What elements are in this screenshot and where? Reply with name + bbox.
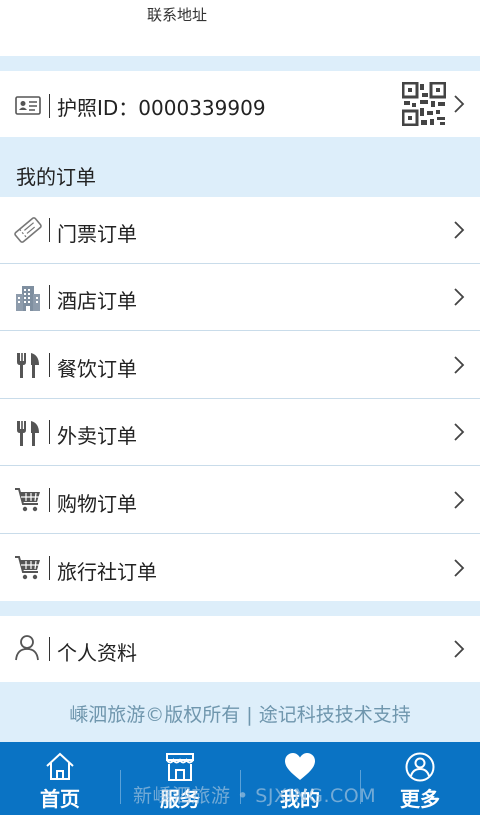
shop-icon	[166, 753, 194, 781]
tab-home[interactable]: 首页	[0, 742, 120, 815]
chevron-right-icon	[454, 559, 465, 577]
user-circle-icon	[405, 752, 435, 782]
personal-info-row[interactable]: 个人资料	[0, 616, 480, 682]
qr-code-icon[interactable]	[402, 82, 446, 126]
row-separator	[49, 556, 50, 580]
order-row-travel-agency[interactable]: 旅行社订单	[0, 534, 480, 601]
row-separator	[49, 353, 50, 377]
tab-label-home: 首页	[40, 787, 80, 811]
order-label-travel-agency: 旅行社订单	[57, 560, 157, 584]
tab-more[interactable]: 更多	[360, 742, 480, 815]
order-label-takeout: 外卖订单	[57, 424, 137, 448]
row-separator	[49, 218, 50, 242]
tab-label-more: 更多	[400, 787, 440, 811]
row-separator	[49, 285, 50, 309]
chevron-right-icon	[454, 356, 465, 374]
row-separator	[49, 637, 50, 661]
chevron-right-icon	[454, 288, 465, 306]
chevron-right-icon	[454, 640, 465, 658]
chevron-right-icon	[454, 491, 465, 509]
chevron-right-icon	[454, 95, 465, 113]
chevron-right-icon	[454, 423, 465, 441]
order-row-ticket[interactable]: 门票订单	[0, 197, 480, 264]
address-label: 联系地址	[147, 6, 208, 24]
row-separator	[49, 94, 50, 118]
id-card-icon	[15, 96, 41, 115]
shopping-cart-icon	[15, 488, 40, 512]
order-row-dining[interactable]: 餐饮订单	[0, 331, 480, 399]
chevron-right-icon	[454, 221, 465, 239]
order-row-takeout[interactable]: 外卖订单	[0, 399, 480, 466]
orders-section-title: 我的订单	[16, 165, 96, 189]
passport-label: 护照ID：0000339909	[57, 96, 266, 120]
ticket-icon	[14, 217, 42, 243]
passport-row[interactable]: 护照ID：0000339909	[0, 71, 480, 137]
travel-agency-cart-icon	[15, 556, 40, 580]
order-label-shopping: 购物订单	[57, 492, 137, 516]
takeout-icon	[17, 421, 39, 446]
profile-header: 联系地址	[0, 0, 480, 56]
heart-icon	[285, 753, 315, 780]
hotel-icon	[16, 286, 40, 311]
row-separator	[49, 420, 50, 444]
order-row-hotel[interactable]: 酒店订单	[0, 264, 480, 331]
dining-icon	[17, 353, 39, 378]
home-icon	[46, 752, 74, 780]
order-label-hotel: 酒店订单	[57, 289, 137, 313]
order-row-shopping[interactable]: 购物订单	[0, 466, 480, 534]
order-label-dining: 餐饮订单	[57, 357, 137, 381]
personal-info-label: 个人资料	[57, 641, 137, 665]
order-label-ticket: 门票订单	[57, 222, 137, 246]
user-icon	[15, 635, 39, 661]
copyright-footer: 嵊泗旅游©版权所有 | 途记科技技术支持	[69, 704, 411, 726]
watermark-text: 新嵊泗旅游 • SJXING.COM	[133, 785, 377, 807]
row-separator	[49, 488, 50, 512]
